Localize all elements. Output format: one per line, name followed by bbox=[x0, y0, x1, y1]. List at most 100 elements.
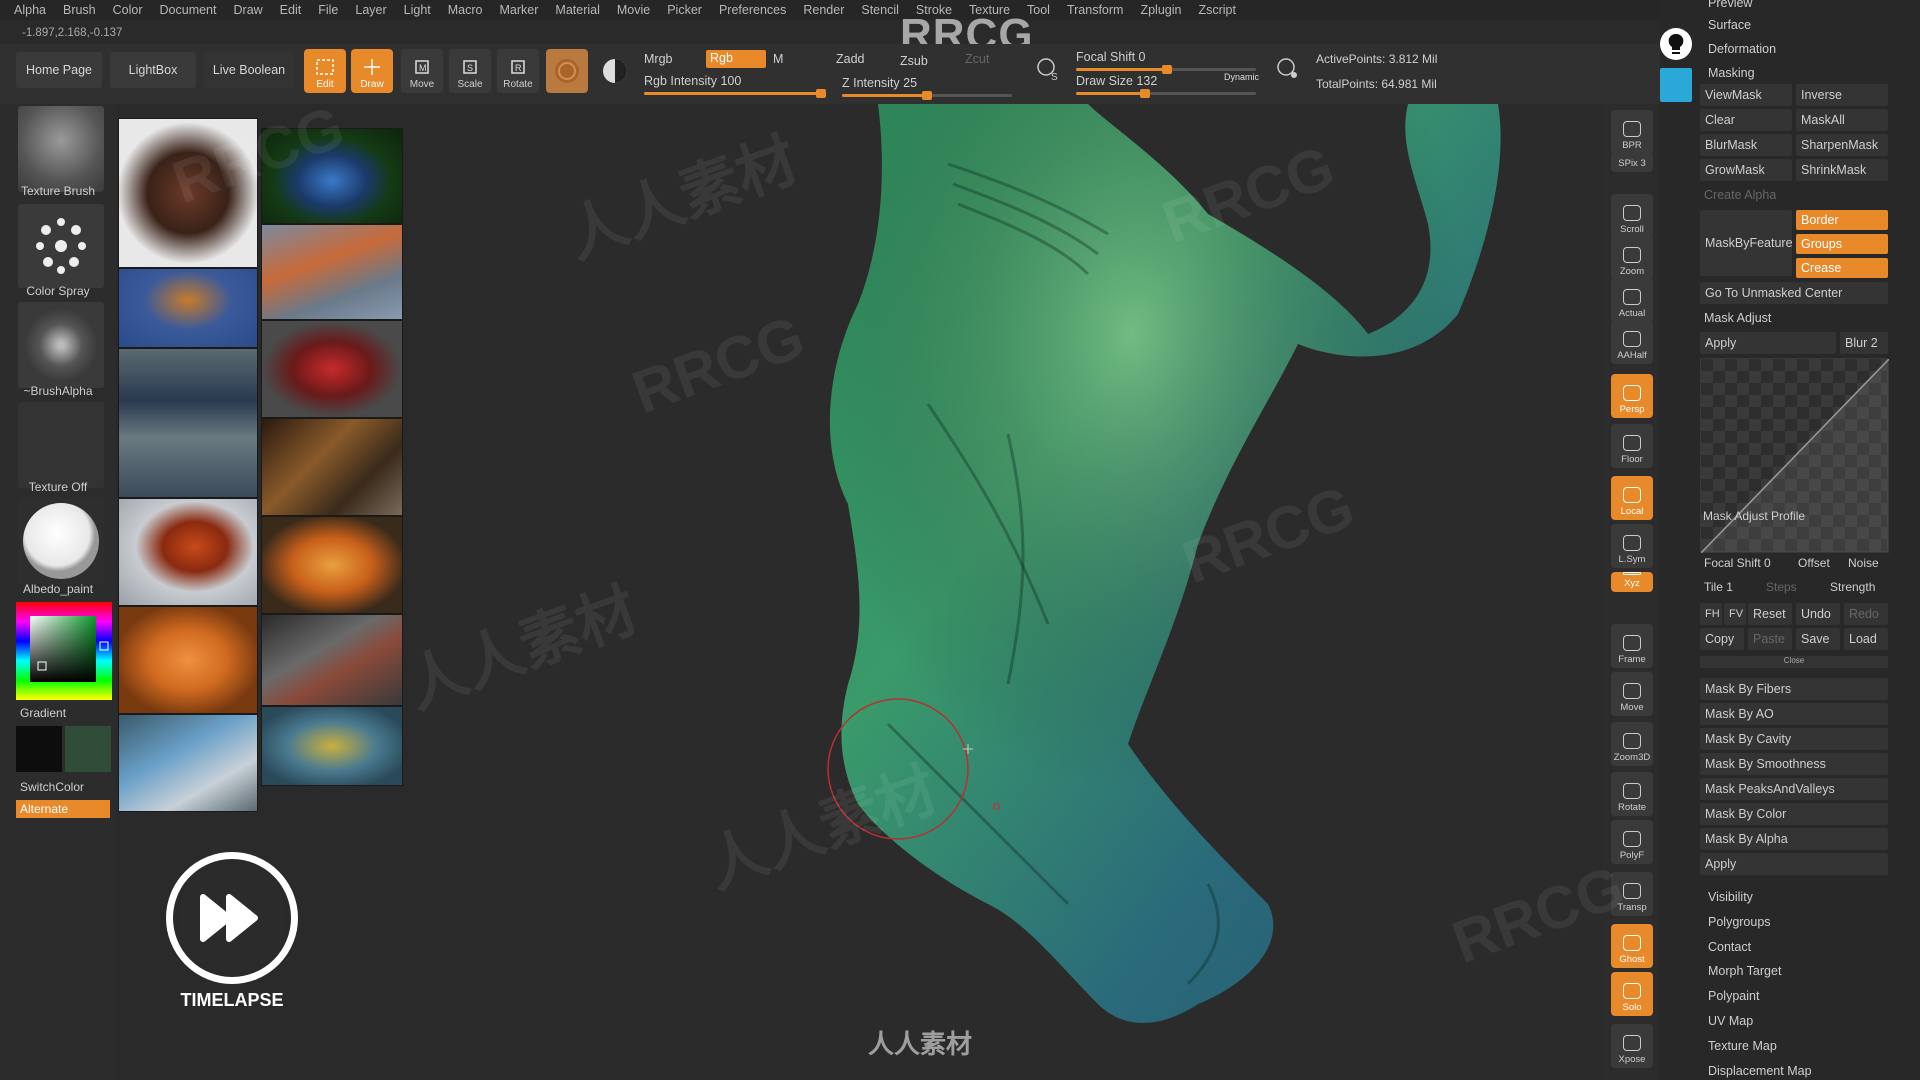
live-boolean-button[interactable]: Live Boolean bbox=[204, 52, 294, 88]
paste-button[interactable]: Paste bbox=[1748, 628, 1792, 650]
tool-xyz[interactable]: Xyz bbox=[1611, 572, 1653, 592]
brush-settings-button[interactable] bbox=[1270, 52, 1306, 88]
tool-move[interactable]: Move bbox=[1611, 672, 1653, 716]
material-thumb[interactable] bbox=[18, 498, 104, 584]
secondary-color-swatch[interactable] bbox=[65, 726, 111, 772]
go-to-unmasked-center-button[interactable]: Go To Unmasked Center bbox=[1700, 282, 1888, 304]
crease-toggle[interactable]: Crease bbox=[1796, 258, 1888, 278]
menu-picker[interactable]: Picker bbox=[667, 3, 702, 17]
home-page-button[interactable]: Home Page bbox=[16, 52, 102, 88]
menu-file[interactable]: File bbox=[318, 3, 338, 17]
grow-mask-button[interactable]: GrowMask bbox=[1700, 159, 1792, 181]
subpalette-displacement-map[interactable]: Displacement Map bbox=[1708, 1064, 1812, 1078]
viewport-canvas[interactable]: 人人素材 bbox=[408, 104, 1603, 1080]
lightbulb-icon[interactable] bbox=[1660, 28, 1692, 60]
tool-spix-3[interactable]: SPix 3 bbox=[1611, 152, 1653, 172]
steps-slider[interactable]: Steps bbox=[1766, 580, 1797, 594]
menu-draw[interactable]: Draw bbox=[234, 3, 263, 17]
masking-section[interactable]: Masking bbox=[1708, 66, 1755, 80]
mask-by-item[interactable]: Mask By Smoothness bbox=[1700, 753, 1888, 775]
focal-shift-slider[interactable] bbox=[1076, 65, 1256, 74]
menu-render[interactable]: Render bbox=[803, 3, 844, 17]
viewmask-button[interactable]: ViewMask bbox=[1700, 84, 1792, 106]
draw-tool-button[interactable]: Draw bbox=[351, 49, 393, 93]
menu-movie[interactable]: Movie bbox=[617, 3, 650, 17]
menu-stencil[interactable]: Stencil bbox=[861, 3, 899, 17]
fh-button[interactable]: FH bbox=[1700, 603, 1722, 625]
menu-marker[interactable]: Marker bbox=[500, 3, 539, 17]
switch-color-button[interactable]: SwitchColor bbox=[0, 780, 116, 794]
draw-size-slider[interactable] bbox=[1076, 89, 1256, 98]
groups-toggle[interactable]: Groups bbox=[1796, 234, 1888, 254]
tool-frame[interactable]: Frame bbox=[1611, 624, 1653, 668]
tool-aahalf[interactable]: AAHalf bbox=[1611, 320, 1653, 364]
material-swatch-button[interactable] bbox=[546, 49, 588, 93]
menu-light[interactable]: Light bbox=[404, 3, 431, 17]
subpalette-visibility[interactable]: Visibility bbox=[1708, 890, 1753, 904]
tool-zoom[interactable]: Zoom bbox=[1611, 236, 1653, 280]
tool-rotate[interactable]: Rotate bbox=[1611, 772, 1653, 816]
blur-mask-button[interactable]: BlurMask bbox=[1700, 134, 1792, 156]
menu-document[interactable]: Document bbox=[160, 3, 217, 17]
dynamic-toggle[interactable]: Dynamic bbox=[1224, 72, 1259, 82]
menu-edit[interactable]: Edit bbox=[280, 3, 302, 17]
tool-persp[interactable]: Persp bbox=[1611, 374, 1653, 418]
menu-color[interactable]: Color bbox=[113, 3, 143, 17]
mask-by-feature-button[interactable]: MaskByFeature bbox=[1700, 210, 1793, 276]
tool-actual[interactable]: Actual bbox=[1611, 278, 1653, 322]
mask-by-item[interactable]: Mask By Fibers bbox=[1700, 678, 1888, 700]
border-toggle[interactable]: Border bbox=[1796, 210, 1888, 230]
subpalette-morph-target[interactable]: Morph Target bbox=[1708, 964, 1781, 978]
blur-slider[interactable]: Blur 2 bbox=[1840, 332, 1888, 354]
reset-button[interactable]: Reset bbox=[1748, 603, 1792, 625]
clear-mask-button[interactable]: Clear bbox=[1700, 109, 1792, 131]
subpalette-texture-map[interactable]: Texture Map bbox=[1708, 1039, 1777, 1053]
preview-section[interactable]: Preview bbox=[1708, 0, 1752, 10]
color-spray-thumb[interactable] bbox=[18, 204, 104, 288]
scale-tool-button[interactable]: S Scale bbox=[449, 49, 491, 93]
tool-floor[interactable]: Floor bbox=[1611, 424, 1653, 468]
primary-color-swatch[interactable] bbox=[16, 726, 62, 772]
lightbox-button[interactable]: LightBox bbox=[110, 52, 196, 88]
inverse-button[interactable]: Inverse bbox=[1796, 84, 1888, 106]
redo-button[interactable]: Redo bbox=[1844, 603, 1888, 625]
tool-transp[interactable]: Transp bbox=[1611, 872, 1653, 916]
create-alpha-button[interactable]: Create Alpha bbox=[1704, 188, 1776, 202]
shrink-mask-button[interactable]: ShrinkMask bbox=[1796, 159, 1888, 181]
brush-alpha-thumb[interactable] bbox=[18, 302, 104, 388]
zcut-button[interactable]: Zcut bbox=[965, 52, 989, 66]
rotate-tool-button[interactable]: R Rotate bbox=[497, 49, 539, 93]
mask-all-button[interactable]: MaskAll bbox=[1796, 109, 1888, 131]
subpalette-polypaint[interactable]: Polypaint bbox=[1708, 989, 1759, 1003]
menu-macro[interactable]: Macro bbox=[448, 3, 483, 17]
subpalette-polygroups[interactable]: Polygroups bbox=[1708, 915, 1771, 929]
move-tool-button[interactable]: M Move bbox=[401, 49, 443, 93]
menu-preferences[interactable]: Preferences bbox=[719, 3, 786, 17]
edit-tool-button[interactable]: Edit bbox=[304, 49, 346, 93]
tool-l-sym[interactable]: L.Sym bbox=[1611, 524, 1653, 568]
texture-off-thumb[interactable] bbox=[18, 402, 104, 488]
menu-alpha[interactable]: Alpha bbox=[14, 3, 46, 17]
m-button[interactable]: M bbox=[773, 52, 783, 66]
mask-adjust-profile-curve[interactable]: Mask Adjust Profile bbox=[1700, 358, 1890, 554]
color-picker[interactable] bbox=[16, 602, 112, 700]
mask-adjust-section[interactable]: Mask Adjust bbox=[1704, 311, 1771, 325]
sharpen-mask-button[interactable]: SharpenMask bbox=[1796, 134, 1888, 156]
zsub-button[interactable]: Zsub bbox=[900, 54, 928, 68]
surface-section[interactable]: Surface bbox=[1708, 18, 1751, 32]
menu-zscript[interactable]: Zscript bbox=[1198, 3, 1236, 17]
menu-zplugin[interactable]: Zplugin bbox=[1140, 3, 1181, 17]
tool-bpr[interactable]: BPR bbox=[1611, 110, 1653, 154]
subpalette-uv-map[interactable]: UV Map bbox=[1708, 1014, 1753, 1028]
tool-local[interactable]: Local bbox=[1611, 476, 1653, 520]
tile-slider[interactable]: Tile 1 bbox=[1704, 580, 1733, 594]
offset-slider[interactable]: Offset bbox=[1798, 556, 1830, 570]
color-sphere-button[interactable] bbox=[594, 49, 636, 93]
tool-scroll[interactable]: Scroll bbox=[1611, 194, 1653, 238]
focal-icon-button[interactable]: S bbox=[1030, 52, 1066, 88]
deformation-section[interactable]: Deformation bbox=[1708, 42, 1776, 56]
menu-layer[interactable]: Layer bbox=[355, 3, 386, 17]
mask-adjust-apply-button[interactable]: Apply bbox=[1700, 332, 1836, 354]
menu-brush[interactable]: Brush bbox=[63, 3, 96, 17]
noise-slider[interactable]: Noise bbox=[1848, 556, 1879, 570]
